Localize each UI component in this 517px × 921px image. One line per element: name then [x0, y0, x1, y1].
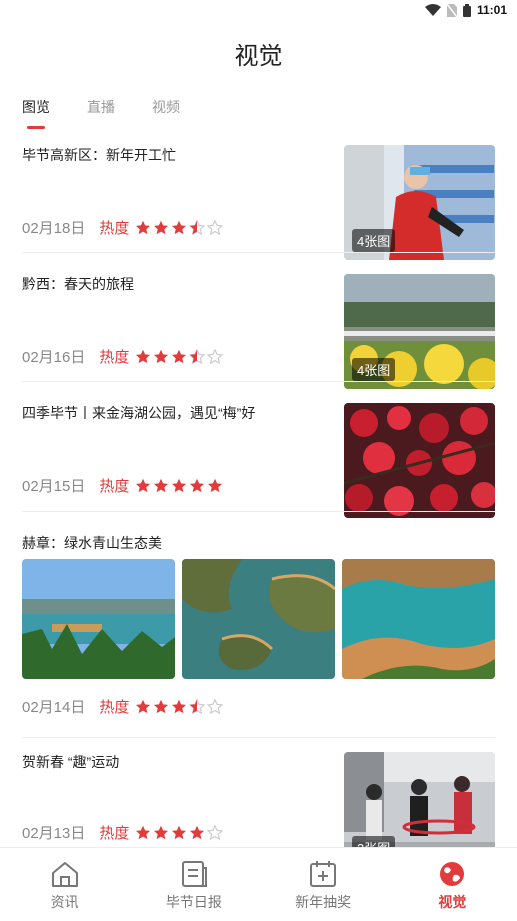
image-count-badge: 3张图	[352, 836, 396, 847]
list-item[interactable]: 毕节高新区：新年开工忙 02月18日 热度 4张图	[22, 145, 495, 260]
star-full-icon	[190, 478, 205, 492]
divider	[22, 737, 495, 738]
article-image[interactable]	[22, 559, 175, 679]
tab-video[interactable]: 视频	[152, 97, 180, 117]
nav-bijie-daily[interactable]: 毕节日报	[129, 848, 258, 921]
heat-rating	[135, 824, 224, 841]
star-half-icon	[189, 698, 206, 714]
star-full-icon	[136, 699, 151, 713]
star-full-icon	[154, 349, 169, 363]
list-item[interactable]: 四季毕节丨来金海湖公园，遇见“梅”好 02月15日 热度	[22, 403, 495, 518]
nav-label: 视觉	[438, 894, 467, 910]
star-full-icon	[154, 220, 169, 234]
star-full-icon	[154, 478, 169, 492]
article-thumbnail[interactable]: 3张图	[344, 752, 495, 847]
image-count-badge: 4张图	[352, 229, 396, 252]
star-full-icon	[190, 825, 205, 839]
nav-new-year-lottery[interactable]: 新年抽奖	[259, 848, 388, 921]
nav-label: 资讯	[50, 894, 79, 910]
star-full-icon	[172, 478, 187, 492]
heat-rating	[135, 698, 224, 715]
article-title: 毕节高新区：新年开工忙	[22, 147, 176, 163]
star-full-icon	[154, 825, 169, 839]
star-full-icon	[136, 478, 151, 492]
heat-label: 热度	[99, 825, 130, 842]
status-bar: 11:01	[0, 0, 517, 24]
image-count-badge: 4张图	[352, 358, 396, 381]
nav-visual[interactable]: 视觉	[388, 848, 517, 921]
star-full-icon	[172, 220, 187, 234]
star-empty-icon	[207, 824, 224, 840]
article-image-row	[22, 559, 495, 679]
star-half-icon	[189, 219, 206, 235]
article-image[interactable]	[182, 559, 335, 679]
star-full-icon	[172, 699, 187, 713]
tab-active-indicator	[27, 126, 45, 129]
home-icon	[51, 862, 78, 887]
article-date: 02月18日	[22, 220, 86, 237]
star-full-icon	[136, 220, 151, 234]
status-time: 11:01	[476, 3, 507, 17]
nav-news[interactable]: 资讯	[0, 848, 129, 921]
no-sim-icon	[446, 3, 457, 17]
article-title: 赫章：绿水青山生态美	[22, 535, 162, 551]
heat-rating	[135, 348, 224, 365]
heat-rating	[135, 219, 224, 236]
article-date: 02月16日	[22, 349, 86, 366]
heat-label: 热度	[99, 699, 130, 716]
heat-label: 热度	[99, 349, 130, 366]
article-title: 四季毕节丨来金海湖公园，遇见“梅”好	[22, 405, 256, 421]
calendar-plus-icon	[310, 861, 337, 887]
article-feed[interactable]: 毕节高新区：新年开工忙 02月18日 热度 4张图 黔西：春天的旅程 02月16…	[0, 140, 517, 847]
article-title: 贺新春 “趣”运动	[22, 754, 120, 770]
list-item[interactable]: 黔西：春天的旅程 02月16日 热度 4张图	[22, 274, 495, 389]
article-date: 02月13日	[22, 825, 86, 842]
battery-icon	[462, 3, 471, 17]
article-thumbnail[interactable]	[344, 403, 495, 518]
article-thumbnail[interactable]: 4张图	[344, 274, 495, 389]
tab-bar: 图览 直播 视频	[22, 97, 180, 117]
divider	[22, 381, 495, 382]
nav-label: 毕节日报	[165, 894, 222, 910]
star-empty-icon	[207, 698, 224, 714]
article-date: 02月15日	[22, 478, 86, 495]
star-full-icon	[208, 478, 223, 492]
article-thumbnail[interactable]: 4张图	[344, 145, 495, 260]
star-full-icon	[136, 825, 151, 839]
star-full-icon	[172, 349, 187, 363]
list-item[interactable]: 贺新春 “趣”运动 02月13日 热度 3张图	[22, 752, 495, 847]
wifi-icon	[424, 4, 441, 16]
article-image[interactable]	[342, 559, 495, 679]
star-full-icon	[136, 349, 151, 363]
heat-rating	[135, 478, 223, 494]
divider	[22, 511, 495, 512]
newspaper-icon	[181, 861, 207, 887]
star-half-icon	[189, 348, 206, 364]
star-full-icon	[172, 825, 187, 839]
article-date: 02月14日	[22, 699, 86, 716]
list-item[interactable]: 赫章：绿水青山生态美 02月14日 热度	[22, 533, 495, 723]
bottom-nav: 资讯 毕节日报 新年抽奖 视觉	[0, 847, 517, 921]
tab-live[interactable]: 直播	[87, 97, 115, 117]
heat-label: 热度	[99, 220, 130, 237]
tab-gallery[interactable]: 图览	[22, 97, 50, 117]
page-title: 视觉	[234, 43, 283, 70]
article-title: 黔西：春天的旅程	[22, 276, 134, 292]
heat-label: 热度	[99, 478, 130, 495]
divider	[22, 252, 495, 253]
star-empty-icon	[207, 348, 224, 364]
globe-icon	[440, 862, 465, 886]
star-empty-icon	[207, 219, 224, 235]
nav-label: 新年抽奖	[295, 894, 352, 910]
star-full-icon	[154, 699, 169, 713]
